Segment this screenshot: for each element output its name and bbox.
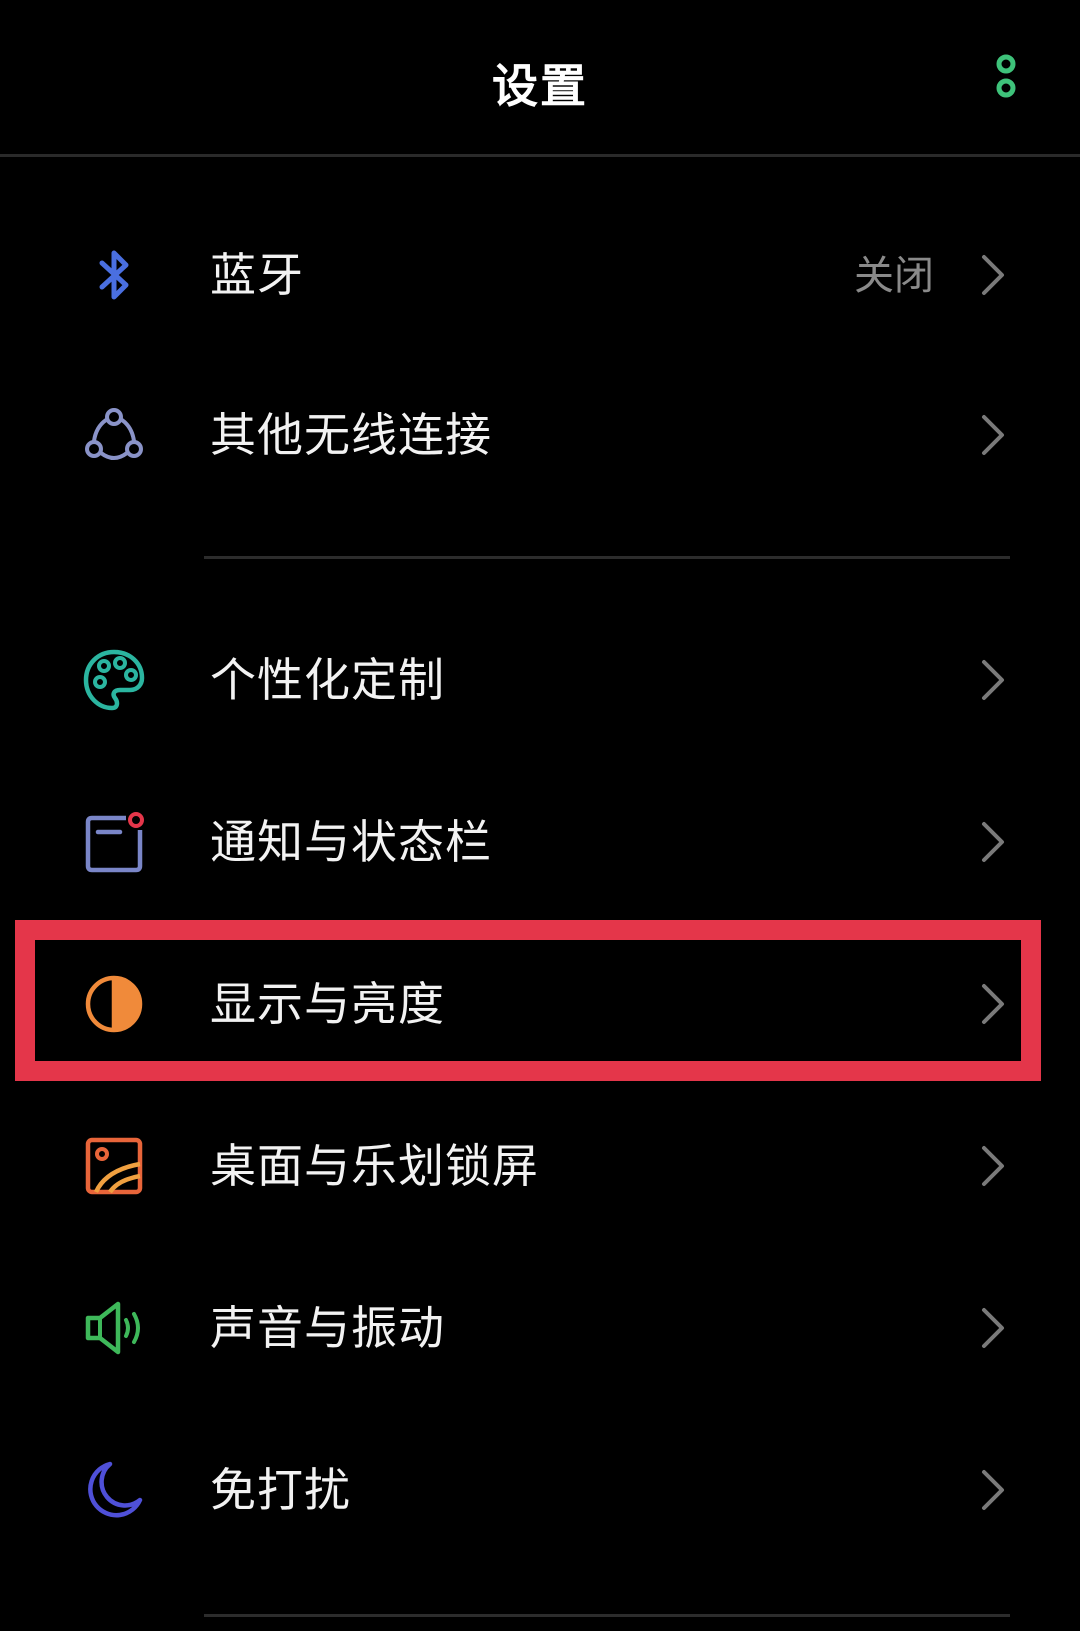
settings-item-label: 免打扰 — [210, 1463, 351, 1517]
settings-item-label: 蓝牙 — [210, 248, 304, 302]
settings-item-label: 个性化定制 — [210, 653, 445, 707]
settings-item-label: 通知与状态栏 — [210, 815, 492, 869]
wallpaper-icon — [82, 1134, 146, 1198]
speaker-icon — [82, 1296, 146, 1360]
chevron-right-icon — [978, 658, 1008, 702]
settings-item-personalization[interactable]: 个性化定制 — [0, 610, 1080, 750]
page-title: 设置 — [492, 59, 588, 113]
settings-item-display-brightness[interactable]: 显示与亮度 — [0, 934, 1080, 1074]
settings-item-sound-vibration[interactable]: 声音与振动 — [0, 1258, 1080, 1398]
chevron-right-icon — [978, 820, 1008, 864]
settings-item-label: 显示与亮度 — [210, 977, 445, 1031]
settings-item-desktop-lockscreen[interactable]: 桌面与乐划锁屏 — [0, 1096, 1080, 1236]
settings-item-label: 桌面与乐划锁屏 — [210, 1139, 539, 1193]
header-divider — [0, 154, 1080, 157]
chevron-right-icon — [978, 413, 1008, 457]
connections-icon — [82, 403, 146, 467]
chevron-right-icon — [978, 1144, 1008, 1188]
notification-icon — [82, 810, 146, 874]
chevron-right-icon — [978, 982, 1008, 1026]
brightness-icon — [82, 972, 146, 1036]
settings-item-notifications[interactable]: 通知与状态栏 — [0, 772, 1080, 912]
settings-item-label: 其他无线连接 — [210, 408, 492, 462]
moon-icon — [82, 1458, 146, 1522]
section-divider — [204, 556, 1010, 559]
section-divider — [204, 1614, 1010, 1617]
top-bar: 设置 — [0, 0, 1080, 156]
bluetooth-status: 关闭 — [854, 253, 934, 299]
settings-item-other-wireless[interactable]: 其他无线连接 — [0, 365, 1080, 505]
more-vertical-icon — [996, 54, 1016, 98]
settings-item-do-not-disturb[interactable]: 免打扰 — [0, 1420, 1080, 1560]
settings-item-bluetooth[interactable]: 蓝牙 关闭 — [0, 205, 1080, 345]
chevron-right-icon — [978, 1468, 1008, 1512]
settings-item-label: 声音与振动 — [210, 1301, 445, 1355]
chevron-right-icon — [978, 253, 1008, 297]
chevron-right-icon — [978, 1306, 1008, 1350]
more-options-button[interactable] — [988, 54, 1024, 110]
bluetooth-icon — [82, 243, 146, 307]
palette-icon — [82, 648, 146, 712]
